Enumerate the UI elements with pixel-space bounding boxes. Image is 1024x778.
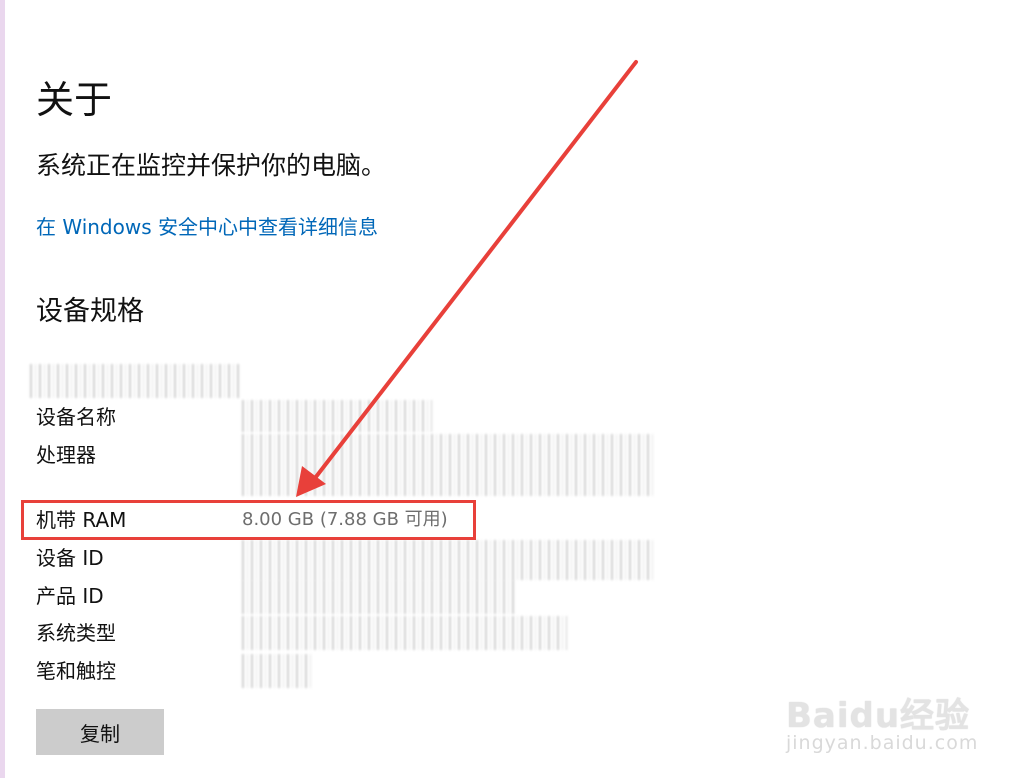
window-left-edge <box>0 0 5 778</box>
protection-status-text: 系统正在监控并保护你的电脑。 <box>36 151 387 180</box>
redacted-processor-value <box>242 434 654 496</box>
copy-button[interactable]: 复制 <box>36 709 164 755</box>
processor-label: 处理器 <box>36 443 96 467</box>
watermark-logo: Baidu经验 <box>786 696 971 736</box>
device-id-label: 设备 ID <box>36 546 104 570</box>
security-center-link[interactable]: 在 Windows 安全中心中查看详细信息 <box>36 212 378 242</box>
redacted-device-model <box>30 364 240 398</box>
redacted-system-type-value <box>242 616 567 650</box>
watermark-url: jingyan.baidu.com <box>786 732 979 754</box>
ram-highlight-box <box>21 500 476 540</box>
redacted-product-id-value <box>242 580 514 614</box>
redacted-device-id-value <box>242 540 654 580</box>
baidu-watermark: Baidu经验 jingyan.baidu.com <box>786 688 1006 768</box>
device-name-label: 设备名称 <box>36 405 116 429</box>
pen-touch-label: 笔和触控 <box>36 659 116 683</box>
redacted-pen-touch-value <box>242 654 312 688</box>
system-type-label: 系统类型 <box>36 621 116 645</box>
device-specs-heading: 设备规格 <box>36 296 144 327</box>
redacted-device-name-value <box>242 400 432 432</box>
product-id-label: 产品 ID <box>36 584 104 608</box>
page-title: 关于 <box>36 78 113 122</box>
